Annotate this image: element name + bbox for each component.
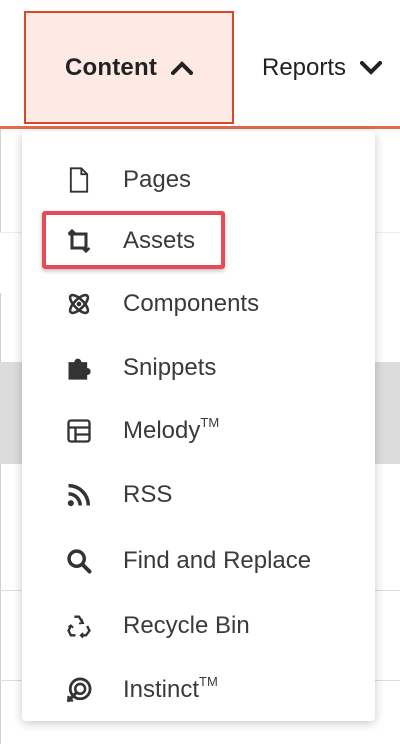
menu-item-label: Snippets: [123, 354, 217, 381]
instinct-icon: [64, 675, 94, 705]
menu-item-label: Find and Replace: [123, 547, 312, 574]
rss-icon: [64, 480, 94, 510]
recycle-icon: [64, 611, 94, 641]
menu-item-label: MelodyTM: [123, 415, 220, 444]
menu-item-pages[interactable]: Pages: [22, 155, 375, 205]
page-icon: [64, 165, 94, 195]
puzzle-icon: [64, 353, 94, 383]
menu-item-label: Recycle Bin: [123, 612, 250, 639]
nav-tab-reports[interactable]: Reports: [262, 11, 383, 124]
assets-highlight-annotation: [42, 211, 225, 269]
chevron-up-icon: [171, 60, 194, 75]
menu-item-snippets[interactable]: Snippets: [22, 343, 375, 393]
layout-icon: [64, 416, 94, 446]
menu-item-label: InstinctTM: [123, 674, 218, 703]
nav-tab-content-label: Content: [64, 53, 158, 81]
menu-item-recycle-bin[interactable]: Recycle Bin: [22, 601, 375, 651]
nav-tab-reports-label: Reports: [262, 53, 347, 81]
nav-underline: [0, 126, 400, 129]
menu-item-find-and-replace[interactable]: Find and Replace: [22, 536, 375, 586]
components-icon: [64, 289, 94, 319]
chevron-down-icon: [360, 60, 383, 75]
menu-item-label: Components: [123, 290, 260, 317]
menu-item-label: Pages: [123, 166, 192, 193]
nav-tab-content[interactable]: Content: [24, 11, 234, 124]
menu-item-components[interactable]: Components: [22, 279, 375, 329]
menu-item-rss[interactable]: RSS: [22, 470, 375, 520]
menu-item-instinct[interactable]: InstinctTM: [22, 665, 375, 715]
top-navigation: Content Reports: [0, 0, 400, 129]
menu-item-label: RSS: [123, 481, 173, 508]
search-icon: [64, 546, 94, 576]
menu-item-melody[interactable]: MelodyTM: [22, 406, 375, 456]
